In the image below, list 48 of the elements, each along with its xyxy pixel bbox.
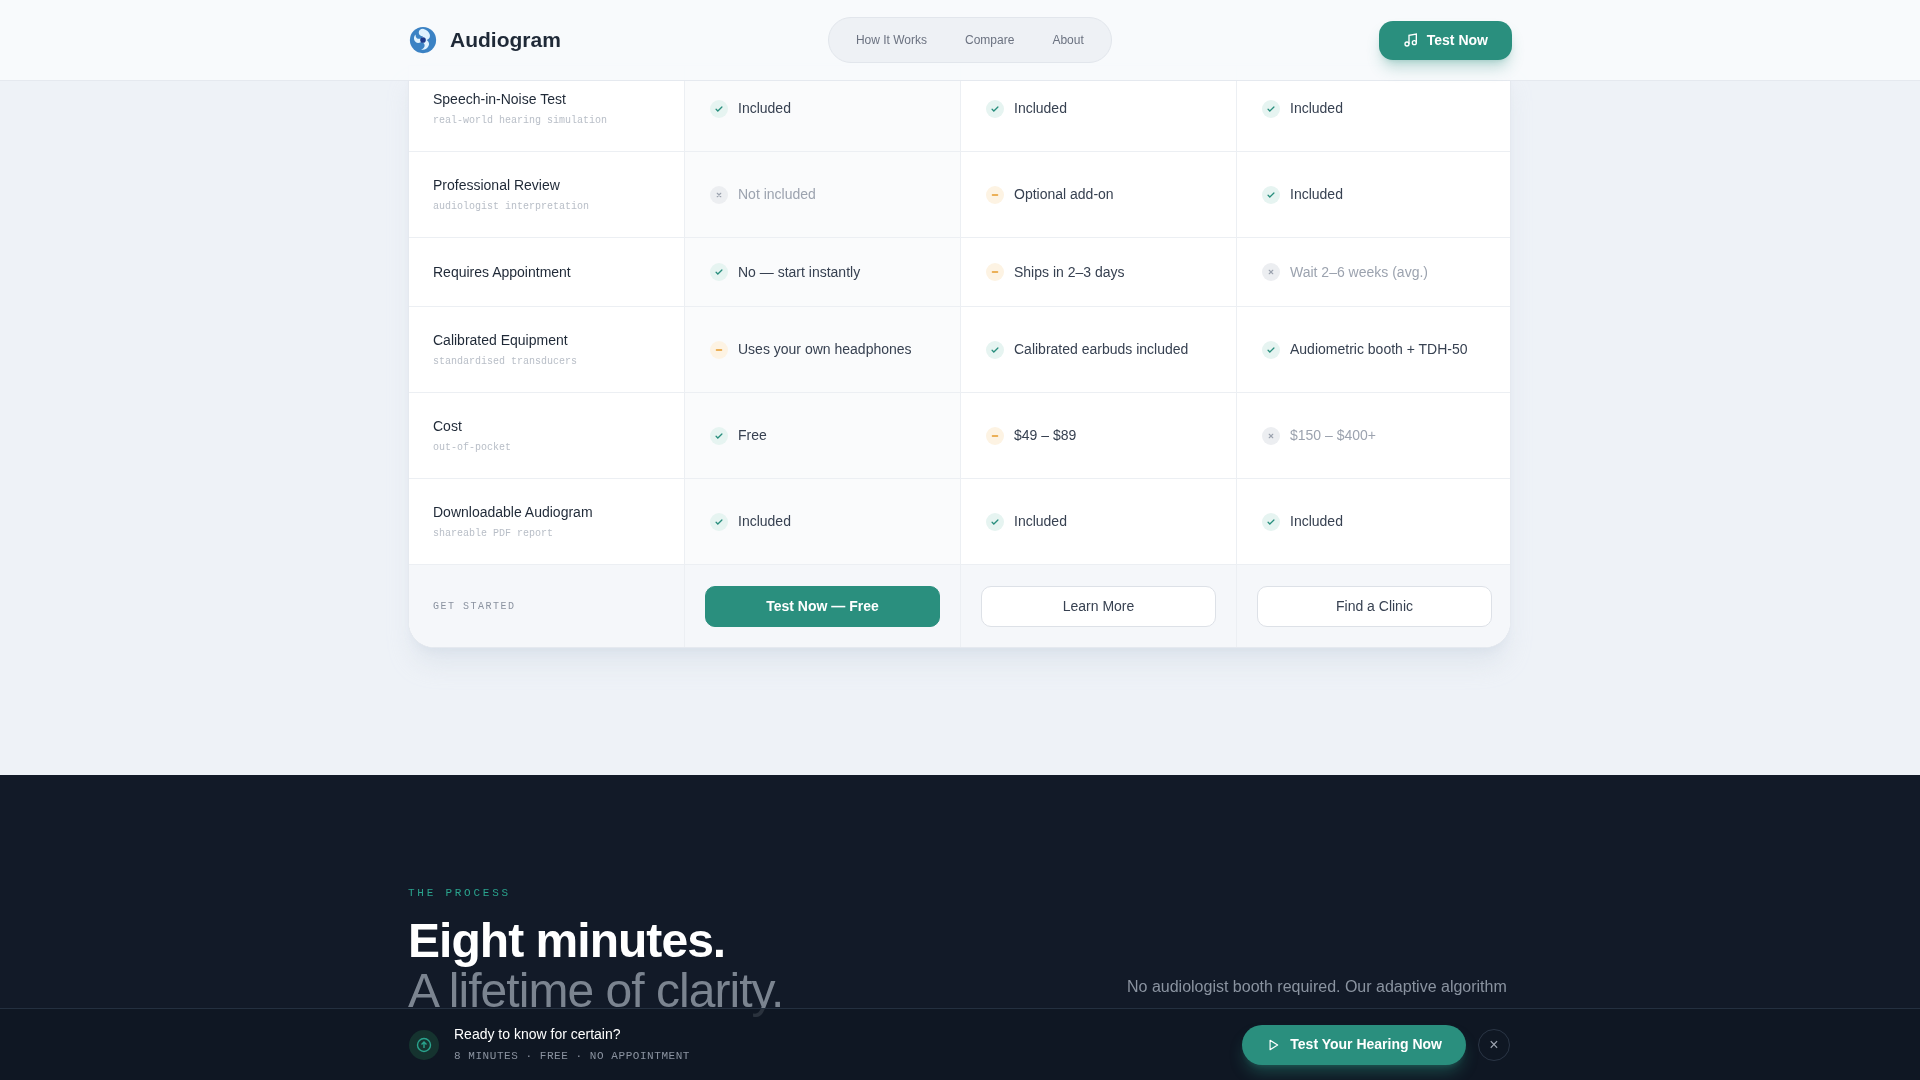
- nav-link[interactable]: Compare: [950, 31, 1030, 49]
- cell-value: Not included: [738, 185, 816, 204]
- sticky-title: Ready to know for certain?: [454, 1025, 622, 1045]
- outline-button[interactable]: Learn More: [981, 585, 1216, 627]
- feature-name: Requires Appointment: [433, 262, 572, 282]
- cell-value: Included: [1290, 99, 1343, 118]
- cell-value: Included: [1290, 185, 1343, 204]
- cell-value: Audiometric booth + TDH-50: [1290, 340, 1468, 359]
- swirl-logo-icon: [408, 25, 438, 55]
- cell-value: $150 – $400+: [1290, 426, 1377, 445]
- cell-value: Included: [1014, 512, 1067, 531]
- cell-value: Calibrated earbuds included: [1014, 340, 1189, 359]
- cell-value: $49 – $89: [1014, 426, 1077, 445]
- feature-note: shareable PDF report: [433, 527, 555, 541]
- outline-button[interactable]: Find a Clinic: [1257, 585, 1492, 627]
- play-icon: [1266, 1037, 1281, 1052]
- section-heading: Eight minutes.: [408, 915, 727, 966]
- nav-link[interactable]: About: [1037, 31, 1099, 49]
- cell-value: No — start instantly: [738, 262, 861, 282]
- test-now-button[interactable]: Test Now: [1378, 20, 1512, 60]
- feature-note: real-world hearing simulation: [433, 114, 609, 128]
- section-eyebrow: THE PROCESS: [408, 886, 512, 901]
- feature-name: Professional Review: [433, 176, 561, 195]
- feature-name: Speech-in-Noise Test: [433, 90, 567, 109]
- feature-name: Cost: [433, 417, 463, 436]
- nav-link[interactable]: How It Works: [840, 31, 942, 49]
- feature-name: Downloadable Audiogram: [433, 503, 594, 522]
- test-now-free-button[interactable]: Test Now — Free: [705, 585, 940, 627]
- cell-value: Uses your own headphones: [738, 340, 912, 359]
- cell-value: Ships in 2–3 days: [1014, 262, 1125, 282]
- cell-value: Wait 2–6 weeks (avg.): [1290, 262, 1428, 282]
- cell-value: Free: [738, 426, 767, 445]
- feature-note: audiologist interpretation: [433, 200, 591, 214]
- upload-circle-icon: [408, 1028, 440, 1061]
- sticky-meta: 8 MINUTES · FREE · NO APPOINTMENT: [454, 1049, 690, 1065]
- cell-value: Optional add-on: [1014, 185, 1114, 204]
- cell-value: Included: [738, 512, 791, 531]
- cell-value: Included: [1290, 512, 1343, 531]
- feature-note: out-of-pocket: [433, 441, 512, 455]
- cell-value: Included: [1014, 99, 1067, 118]
- brand-name: Audiogram: [450, 27, 561, 54]
- section-lead: No audiologist booth required. Our adaptive algorithm: [1127, 977, 1507, 997]
- feature-note: standardised transducers: [433, 355, 579, 369]
- feature-name: Calibrated Equipment: [433, 331, 569, 350]
- cell-value: Included: [738, 99, 791, 118]
- music-note-icon: [1402, 32, 1419, 48]
- get-started-label: GET STARTED: [433, 599, 516, 614]
- test-hearing-button[interactable]: Test Your Hearing Now: [1242, 1024, 1466, 1065]
